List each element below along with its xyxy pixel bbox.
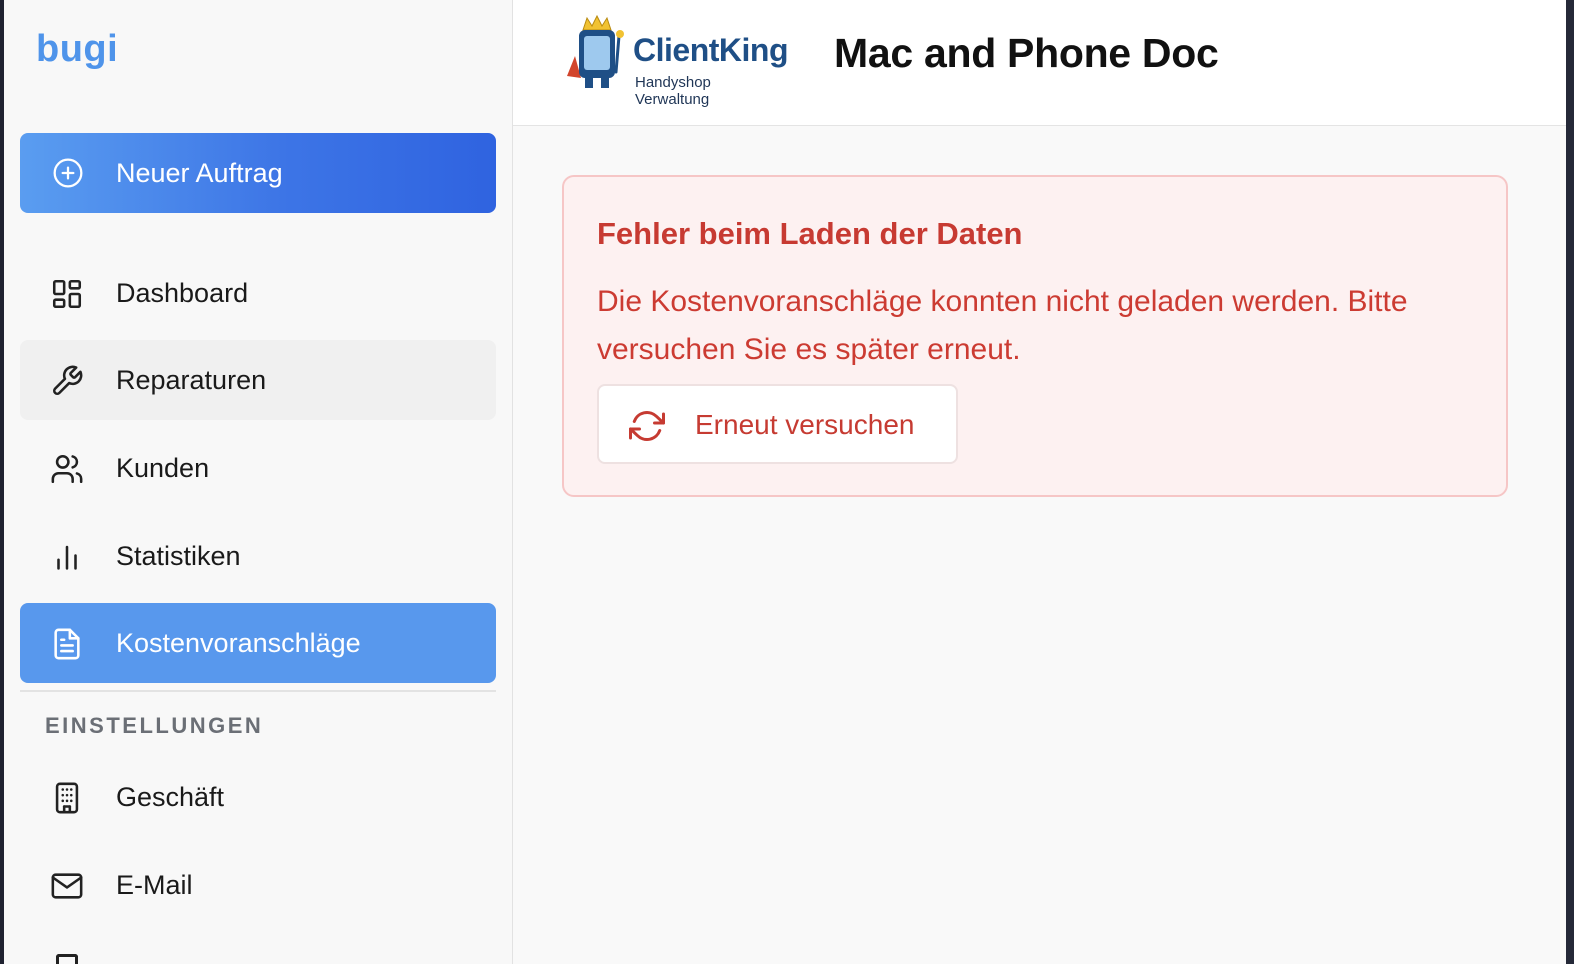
brand-logo-text[interactable]: bugi — [36, 28, 118, 71]
retry-label: Erneut versuchen — [695, 409, 915, 440]
bar-chart-icon — [57, 545, 77, 570]
new-order-button[interactable]: Neuer Auftrag — [20, 133, 496, 213]
sidebar: bugi Neuer Auftrag Dashboard Reparaturen… — [4, 0, 513, 964]
sidebar-item-reparaturen[interactable]: Reparaturen — [20, 340, 496, 420]
refresh-icon — [629, 411, 665, 441]
document-icon — [54, 628, 80, 660]
partially-visible-icon — [56, 954, 78, 964]
retry-button[interactable]: Erneut versuchen — [597, 384, 958, 464]
logo-name: ClientKing — [633, 32, 788, 68]
shop-name: Mac and Phone Doc — [834, 30, 1219, 76]
sidebar-divider — [20, 690, 496, 692]
building-icon — [55, 782, 79, 814]
sidebar-item-statistiken[interactable]: Statistiken — [20, 516, 496, 596]
users-icon — [51, 454, 83, 484]
error-title: Fehler beim Laden der Daten — [597, 216, 1023, 251]
sidebar-item-kunden[interactable]: Kunden — [20, 428, 496, 508]
mail-icon — [51, 873, 83, 899]
sidebar-item-label: Geschäft — [116, 782, 225, 812]
sidebar-item-email[interactable]: E-Mail — [20, 845, 496, 925]
main-content: Fehler beim Laden der Daten Die Kostenvo… — [513, 126, 1566, 964]
sidebar-item-label: Kostenvoranschläge — [116, 628, 361, 658]
sidebar-item-dashboard[interactable]: Dashboard — [20, 253, 496, 333]
top-header: ClientKing Handyshop Verwaltung Mac and … — [513, 0, 1566, 126]
sidebar-item-label: Dashboard — [116, 278, 249, 308]
dashboard-icon — [52, 279, 82, 309]
error-alert: Fehler beim Laden der Daten Die Kostenvo… — [562, 175, 1508, 497]
new-order-label: Neuer Auftrag — [116, 158, 283, 188]
sidebar-item-kostenvoranschlaege[interactable]: Kostenvoranschläge — [20, 603, 496, 683]
sidebar-item-label: Reparaturen — [116, 365, 267, 395]
sidebar-item-label: Kunden — [116, 453, 210, 483]
window-edge-right — [1566, 0, 1574, 964]
logo-tagline: Handyshop Verwaltung — [635, 74, 711, 108]
settings-section-title: EINSTELLUNGEN — [45, 713, 264, 738]
plus-circle-icon — [53, 158, 83, 188]
wrench-icon — [53, 365, 83, 395]
king-mascot-icon — [567, 14, 624, 88]
sidebar-item-label: E-Mail — [116, 870, 193, 900]
clientking-logo[interactable]: ClientKing Handyshop Verwaltung — [561, 12, 789, 108]
error-message: Die Kostenvoranschläge konnten nicht gel… — [597, 285, 1408, 366]
sidebar-item-label: Statistiken — [116, 541, 241, 571]
sidebar-item-geschaeft[interactable]: Geschäft — [20, 757, 496, 837]
